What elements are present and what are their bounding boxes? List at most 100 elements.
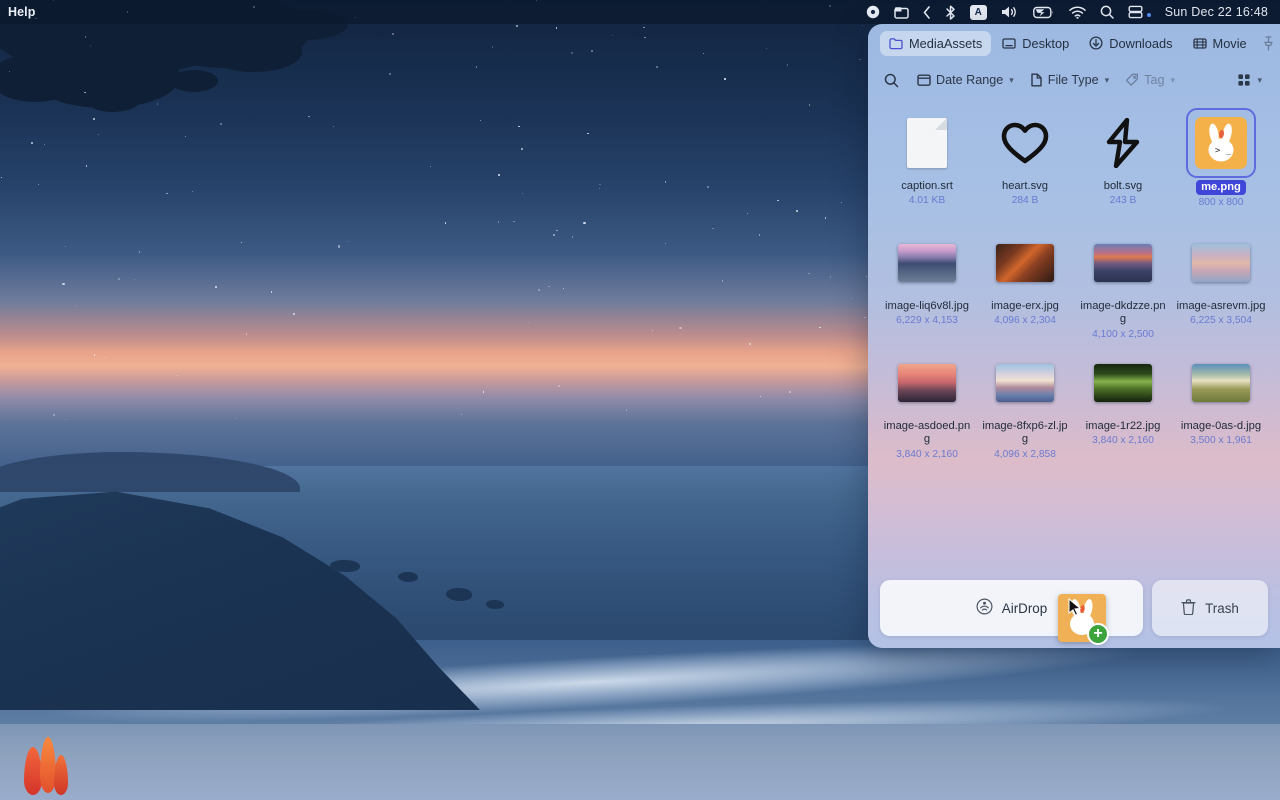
chevron-down-icon: ▾ [1170, 74, 1175, 85]
menu-bar-clock[interactable]: Sun Dec 22 16:48 [1165, 5, 1268, 19]
display-mirror-icon[interactable] [1128, 4, 1143, 20]
image-preview [1192, 244, 1250, 282]
film-icon [1192, 37, 1207, 50]
view-options-button[interactable]: ▾ [1229, 70, 1270, 90]
image-preview [1094, 244, 1152, 282]
file-thumbnail[interactable] [1090, 230, 1156, 296]
filter-tag-label: Tag [1144, 73, 1165, 87]
tab-mediaassets[interactable]: MediaAssets [880, 30, 992, 56]
file-item[interactable]: image-dkdzze.png 4,100 x 2,500 [1074, 224, 1172, 344]
bunny-thumbnail: > _ [1195, 117, 1247, 169]
file-meta: 6,225 x 3,504 [1190, 315, 1252, 327]
search-button[interactable] [882, 70, 909, 91]
file-item[interactable]: image-8fxp6-zl.jpg 4,096 x 2,858 [976, 344, 1074, 464]
file-name: image-1r22.jpg [1085, 420, 1161, 432]
file-meta: 243 B [1109, 195, 1137, 207]
desktop-icon [1002, 37, 1016, 50]
tab-desktop[interactable]: Desktop [993, 31, 1078, 56]
grid-view-icon [1238, 74, 1251, 86]
control-center-icon[interactable] [893, 4, 909, 20]
filter-tag[interactable]: Tag ▾ [1117, 70, 1183, 90]
chevron-down-icon: ▾ [1104, 74, 1110, 85]
pin-icon[interactable] [1262, 35, 1275, 51]
volume-icon[interactable] [1001, 4, 1019, 20]
file-item[interactable]: image-0as-d.jpg 3,500 x 1,961 [1172, 344, 1270, 464]
file-browser-panel: MediaAssets Desktop Downloads Movie Date Ra… [868, 24, 1280, 648]
tab-label: Downloads [1109, 35, 1173, 51]
file-name: heart.svg [1001, 180, 1049, 192]
tab-label: Movie [1212, 35, 1247, 51]
file-thumbnail[interactable] [1188, 350, 1254, 416]
image-preview [996, 244, 1054, 282]
file-name: image-0as-d.jpg [1180, 420, 1262, 432]
file-grid: caption.srt 4.01 KB heart.svg 284 B bolt.svg… [868, 98, 1280, 648]
file-thumbnail[interactable] [894, 230, 960, 296]
file-thumbnail[interactable] [1188, 230, 1254, 296]
file-meta: 3,500 x 1,961 [1190, 435, 1252, 447]
file-item[interactable]: image-erx.jpg 4,096 x 2,304 [976, 224, 1074, 344]
chevron-down-icon: ▾ [1257, 74, 1262, 85]
tab-movie[interactable]: Movie [1184, 31, 1256, 56]
file-icon [1031, 73, 1042, 87]
calendar-icon [917, 74, 931, 86]
file-thumbnail[interactable] [992, 350, 1058, 416]
menu-item-help[interactable]: Help [0, 5, 36, 19]
airdrop-icon [976, 598, 993, 618]
download-icon [1089, 36, 1103, 50]
heart-icon [1001, 122, 1049, 164]
file-meta: 4,100 x 2,500 [1092, 328, 1154, 340]
filter-date-range[interactable]: Date Range ▾ [909, 70, 1022, 90]
file-thumbnail[interactable] [992, 110, 1058, 176]
tab-label: MediaAssets [909, 35, 983, 51]
file-item[interactable]: > _ me.png 800 x 800 [1172, 104, 1270, 224]
file-item[interactable]: image-liq6v8l.jpg 6,229 x 4,153 [878, 224, 976, 344]
file-meta: 4,096 x 2,858 [994, 448, 1056, 460]
dropzone-trash-label: Trash [1205, 600, 1239, 616]
file-thumbnail[interactable] [894, 110, 960, 176]
file-item[interactable]: image-1r22.jpg 3,840 x 2,160 [1074, 344, 1172, 464]
filter-file-type[interactable]: File Type ▾ [1022, 70, 1117, 90]
file-name: image-asrevm.jpg [1176, 300, 1266, 312]
tab-downloads[interactable]: Downloads [1080, 31, 1181, 56]
folder-icon [889, 37, 903, 50]
filter-date-range-label: Date Range [936, 73, 1004, 87]
battery-charging-icon[interactable] [1032, 4, 1055, 20]
file-item[interactable]: heart.svg 284 B [976, 104, 1074, 224]
drag-ghost-me-png: + [1058, 594, 1109, 645]
wallpaper-rock [398, 572, 418, 582]
wifi-icon[interactable] [1068, 4, 1086, 20]
file-name: bolt.svg [1103, 180, 1143, 192]
file-thumbnail[interactable]: > _ [1186, 108, 1256, 178]
file-name: image-8fxp6-zl.jpg [982, 420, 1068, 446]
file-thumbnail[interactable] [992, 230, 1058, 296]
file-item[interactable]: caption.srt 4.01 KB [878, 104, 976, 224]
status-indicator-dot [1146, 13, 1151, 17]
file-item[interactable]: image-asdoed.png 3,840 x 2,160 [878, 344, 976, 464]
filter-file-type-label: File Type [1047, 73, 1099, 87]
chevron-left-icon[interactable] [923, 4, 931, 20]
image-preview [898, 364, 956, 402]
screen-recording-icon[interactable] [866, 4, 880, 20]
image-preview [898, 244, 956, 282]
file-thumbnail[interactable] [1090, 110, 1156, 176]
file-item[interactable]: image-asrevm.jpg 6,225 x 3,504 [1172, 224, 1270, 344]
spotlight-search-icon[interactable] [1100, 4, 1114, 20]
tab-label: Desktop [1022, 35, 1070, 51]
file-meta: 3,840 x 2,160 [896, 448, 958, 460]
input-source-icon[interactable]: A [969, 4, 987, 20]
file-thumbnail[interactable] [1090, 350, 1156, 416]
wallpaper-sand [0, 724, 1280, 800]
document-icon [907, 118, 947, 168]
image-preview [1094, 364, 1152, 402]
arrow-cursor-icon [1068, 597, 1082, 621]
file-name: image-asdoed.png [883, 420, 971, 446]
image-preview [996, 364, 1054, 402]
wallpaper-tree-silhouette [0, 0, 420, 204]
wallpaper-rock [486, 600, 504, 609]
dropzone-trash[interactable]: Trash [1152, 580, 1268, 636]
tag-icon [1125, 73, 1139, 86]
file-meta: 4.01 KB [908, 195, 946, 207]
file-item[interactable]: bolt.svg 243 B [1074, 104, 1172, 224]
bluetooth-icon[interactable] [945, 4, 956, 20]
file-thumbnail[interactable] [894, 350, 960, 416]
